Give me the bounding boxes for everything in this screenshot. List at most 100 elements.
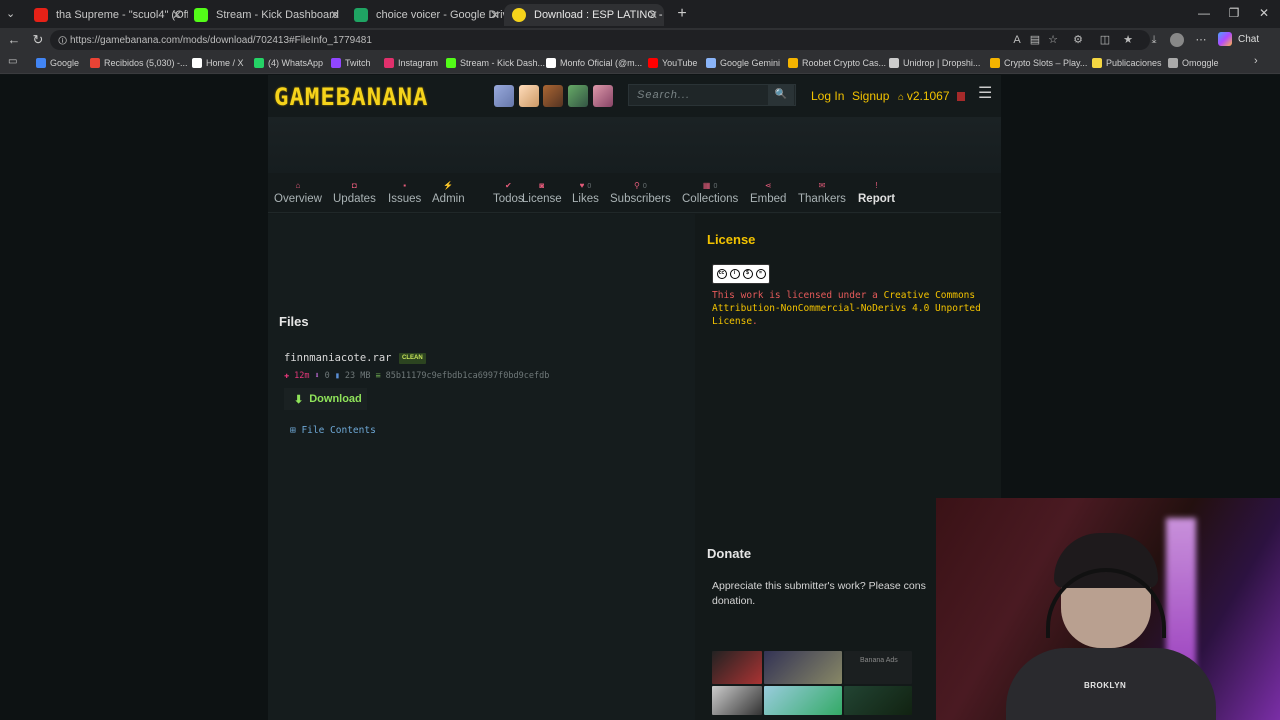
tab-list-icon[interactable]: ⌄ (6, 7, 15, 20)
version-link[interactable]: ⌂ v2.1067 (898, 89, 965, 103)
tab-subscribers[interactable]: ⚲ 0 Subscribers (610, 181, 671, 205)
banana-ads[interactable]: Banana Ads (712, 651, 912, 715)
thankers-icon: ✉ (818, 181, 826, 190)
ad-thumb-2[interactable] (764, 651, 842, 684)
files-column: Files finnmaniacote.rar CLEAN ✚ 12m ⬇ 0 … (268, 214, 695, 720)
tab-issues[interactable]: ▪ Issues (388, 181, 421, 205)
cc-icon: cc (716, 269, 727, 279)
nd-icon: = (755, 269, 766, 279)
subscribers-icon: ⚲ 0 (633, 181, 647, 190)
close-tab-icon[interactable]: ✕ (648, 8, 658, 22)
maximize-icon[interactable]: ❐ (1224, 6, 1244, 20)
sidebar-toggle-icon[interactable]: ▭ (8, 56, 17, 67)
tab-overview[interactable]: ⌂ Overview (274, 181, 322, 205)
game-icon-5[interactable] (593, 85, 613, 107)
bookmark-item[interactable]: YouTube (648, 56, 697, 70)
download-arrow-icon: ⬇ (294, 393, 304, 406)
reader-icon[interactable]: ▤ (1028, 33, 1042, 47)
ad-thumb-4[interactable] (712, 686, 762, 715)
bookmark-favicon-icon (192, 58, 202, 68)
close-tab-icon[interactable]: ✕ (172, 8, 182, 22)
search-button[interactable]: 🔍 (768, 85, 794, 105)
browser-tab-youtube[interactable]: tha Supreme - "scuol4" (Offic ✕ (26, 4, 188, 26)
ad-thumb-6[interactable] (844, 686, 912, 715)
bookmark-item[interactable]: Stream - Kick Dash... (446, 56, 545, 70)
bookmark-favicon-icon (788, 58, 798, 68)
tab-todos[interactable]: ✔ Todos (493, 181, 524, 205)
game-icon-3[interactable] (543, 85, 563, 107)
site-info-icon[interactable]: 🛈 (58, 34, 67, 50)
ad-thumb-3[interactable] (844, 651, 912, 684)
bookmark-item[interactable]: Roobet Crypto Cas... (788, 56, 886, 70)
tab-updates[interactable]: ◘ Updates (333, 181, 376, 205)
favorite-star-icon[interactable]: ☆ (1046, 33, 1060, 47)
ad-thumb-1[interactable] (712, 651, 762, 684)
bookmark-item[interactable]: Instagram (384, 56, 438, 70)
translate-icon[interactable]: A (1010, 33, 1024, 47)
close-tab-icon[interactable]: ✕ (490, 8, 500, 22)
back-icon[interactable]: ← (6, 32, 22, 48)
bookmark-item[interactable]: Publicaciones (1092, 56, 1162, 70)
bookmark-item[interactable]: Google Gemini (706, 56, 780, 70)
reload-icon[interactable]: ↻ (30, 32, 46, 48)
bookmark-item[interactable]: Google (36, 56, 79, 70)
bookmark-label: Google (50, 58, 80, 68)
tab-embed[interactable]: ⋖ Embed (750, 181, 786, 205)
favorites-icon[interactable]: ★ (1121, 33, 1135, 47)
extensions-icon[interactable]: ⚙ (1071, 33, 1085, 47)
file-contents-toggle[interactable]: ⊞ File Contents (290, 425, 376, 436)
browser-tab-gamebanana[interactable]: Download : ESP LATINO - HORA D ✕ (504, 4, 664, 26)
login-link[interactable]: Log In (811, 89, 844, 103)
minimize-icon[interactable]: — (1194, 6, 1214, 20)
signup-link[interactable]: Signup (852, 89, 889, 103)
tab-report[interactable]: ! Report (858, 181, 895, 205)
url-input[interactable]: 🛈 https://gamebanana.com/mods/download/7… (50, 30, 1150, 50)
browser-tab-drive[interactable]: choice voicer - Google Drive ✕ (346, 4, 506, 26)
bookmark-item[interactable]: Omoggle (1168, 56, 1219, 70)
version-label: v2.1067 (906, 89, 950, 103)
tab-collections[interactable]: ▦ 0 Collections (682, 181, 738, 205)
download-count-icon: ⬇ (314, 371, 320, 381)
nc-icon: $ (742, 269, 753, 279)
downloads-icon[interactable]: ⤓ (1147, 33, 1161, 47)
hamburger-menu-icon[interactable]: ☰ (978, 86, 994, 102)
bookmark-favicon-icon (1168, 58, 1178, 68)
search-placeholder: Search... (637, 89, 691, 101)
more-bookmarks-icon[interactable]: › (1254, 55, 1258, 67)
tab-label: Embed (750, 193, 787, 205)
ad-thumb-5[interactable] (764, 686, 842, 715)
close-window-icon[interactable]: ✕ (1254, 6, 1274, 20)
more-menu-icon[interactable]: ⋯ (1194, 33, 1208, 47)
game-icon-4[interactable] (568, 85, 588, 107)
license-suffix: . (752, 316, 758, 327)
bookmark-item[interactable]: Recibidos (5,030) -... (90, 56, 188, 70)
tab-likes[interactable]: ♥ 0 Likes (572, 181, 599, 205)
bookmark-favicon-icon (889, 58, 899, 68)
tab-admin[interactable]: ⚡ Admin (432, 181, 465, 205)
bookmark-item[interactable]: Crypto Slots – Play... (990, 56, 1087, 70)
split-screen-icon[interactable]: ◫ (1098, 33, 1112, 47)
copilot-chat-button[interactable]: Chat (1218, 32, 1259, 46)
flag-icon (956, 92, 965, 102)
bookmark-item[interactable]: Twitch (331, 56, 371, 70)
bookmark-item[interactable]: Home / X (192, 56, 244, 70)
tab-license[interactable]: ◙ License (522, 181, 562, 205)
new-tab-button[interactable]: + (672, 4, 692, 24)
game-icon-2[interactable] (519, 85, 539, 107)
chat-label: Chat (1238, 33, 1260, 45)
download-button[interactable]: ⬇ Download (284, 388, 367, 410)
bookmark-item[interactable]: Unidrop | Dropshi... (889, 56, 980, 70)
profile-avatar-icon[interactable] (1170, 33, 1184, 47)
browser-tab-kick[interactable]: Stream - Kick Dashboard ✕ (186, 4, 346, 26)
close-tab-icon[interactable]: ✕ (330, 8, 340, 22)
tab-title: choice voicer - Google Drive (376, 9, 506, 21)
gamebanana-logo[interactable]: GAMEBANANA (274, 83, 429, 111)
mod-banner (268, 117, 1001, 173)
report-icon: ! (875, 181, 878, 190)
bookmark-label: Crypto Slots – Play... (1004, 58, 1088, 68)
creative-commons-badge[interactable]: cc i $ = (712, 264, 770, 284)
game-icon-1[interactable] (494, 85, 514, 107)
tab-thankers[interactable]: ✉ Thankers (798, 181, 846, 205)
bookmark-item[interactable]: (4) WhatsApp (254, 56, 323, 70)
bookmark-item[interactable]: Monfo Oficial (@m... (546, 56, 642, 70)
